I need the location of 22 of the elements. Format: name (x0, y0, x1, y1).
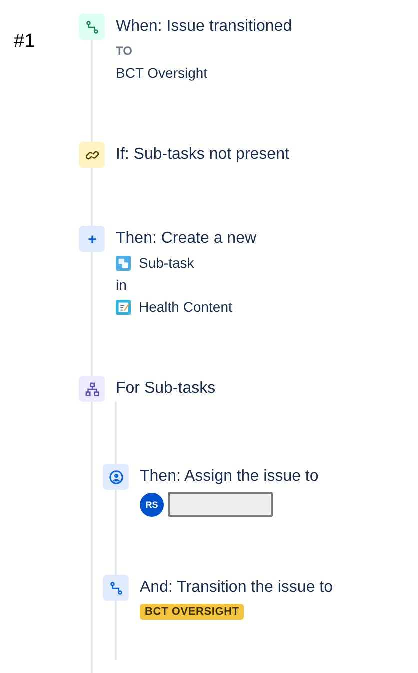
user-avatar: RS (140, 492, 164, 516)
user-badge-icon (103, 464, 129, 490)
step-title: For Sub-tasks (116, 379, 216, 399)
transition-badge-icon (79, 14, 105, 40)
rule-number: #1 (13, 30, 36, 53)
field-label: TO (116, 43, 132, 60)
step-title: If: Sub-tasks not present (116, 145, 290, 165)
project-text: Health Content (139, 298, 232, 317)
issue-type-text: Sub-task (139, 254, 194, 273)
transition-badge-icon (103, 575, 129, 601)
hierarchy-badge-icon (79, 376, 105, 402)
notepad-icon (116, 300, 131, 314)
detail-text: in (116, 276, 127, 295)
plus-badge-icon (79, 226, 105, 252)
step-title: When: Issue transitioned (116, 17, 292, 37)
step-title: Then: Assign the issue to (140, 467, 319, 487)
status-lozenge: BCT OVERSIGHT (140, 604, 244, 620)
step-title: And: Transition the issue to (140, 578, 333, 598)
step-title: Then: Create a new (116, 229, 257, 249)
detail-text: BCT Oversight (116, 64, 208, 83)
link-badge-icon (79, 142, 105, 168)
subtask-icon (116, 256, 131, 270)
